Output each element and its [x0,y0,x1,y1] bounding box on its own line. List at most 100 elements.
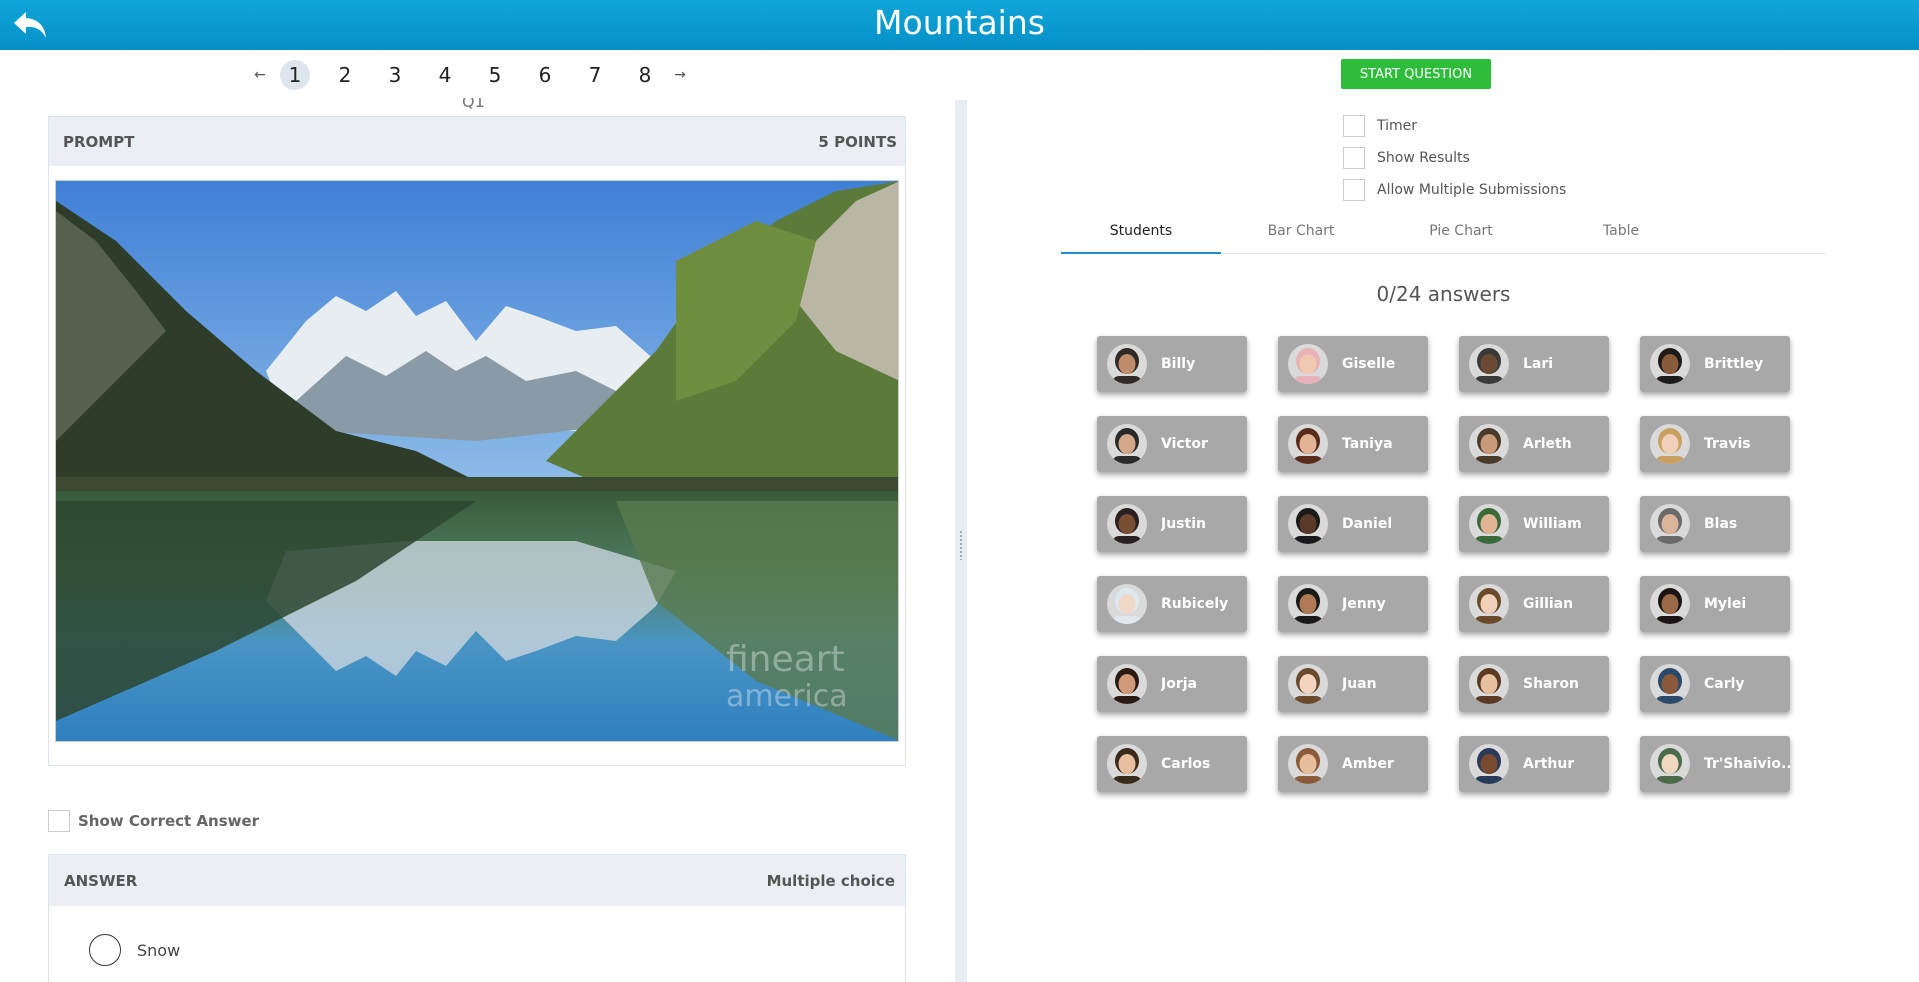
student-name: Blas [1704,516,1738,532]
show-results-checkbox[interactable] [1343,147,1365,169]
student-tile[interactable]: Arthur [1459,736,1609,792]
student-tile[interactable]: Sharon [1459,656,1609,712]
student-tile[interactable]: Brittley [1640,336,1790,392]
answer-card: ANSWER Multiple choice Snow [48,854,906,982]
page-8[interactable]: 8 [630,60,660,90]
student-avatar [1650,664,1690,704]
student-name: Carlos [1161,756,1211,772]
student-tile[interactable]: Mylei [1640,576,1790,632]
student-name: Jorja [1161,676,1197,692]
student-name: Lari [1523,356,1554,372]
watermark-line2: america [726,679,848,714]
splitter-grip-icon[interactable] [959,530,963,560]
student-tile[interactable]: Giselle [1278,336,1428,392]
question-options: Timer Show Results Allow Multiple Submis… [1343,110,1566,206]
prev-page-arrow[interactable]: ← [250,67,270,83]
page-1[interactable]: 1 [280,60,310,90]
student-tile[interactable]: Blas [1640,496,1790,552]
answer-type: Multiple choice [766,871,895,890]
student-tile[interactable]: Jenny [1278,576,1428,632]
page-2[interactable]: 2 [330,60,360,90]
student-avatar [1107,424,1147,464]
option-label: Snow [137,940,181,960]
multiple-submissions-option[interactable]: Allow Multiple Submissions [1343,174,1566,206]
student-name: Brittley [1704,356,1764,372]
multiple-submissions-checkbox[interactable] [1343,179,1365,201]
student-tile[interactable]: Billy [1097,336,1247,392]
page-3[interactable]: 3 [380,60,410,90]
student-tile[interactable]: William [1459,496,1609,552]
prompt-label: PROMPT [63,132,135,151]
timer-checkbox[interactable] [1343,115,1365,137]
student-tile[interactable]: Juan [1278,656,1428,712]
student-name: Mylei [1704,596,1747,612]
student-tile[interactable]: Jorja [1097,656,1247,712]
student-name: Rubicely [1161,596,1229,612]
student-tile[interactable]: Daniel [1278,496,1428,552]
student-name: Billy [1161,356,1196,372]
page-4[interactable]: 4 [430,60,460,90]
option-radio[interactable] [89,934,121,966]
student-name: Justin [1161,516,1206,532]
student-avatar [1650,744,1690,784]
show-correct-answer[interactable]: Show Correct Answer [48,810,259,832]
student-avatar [1288,664,1328,704]
student-name: Gillian [1523,596,1574,612]
page-5[interactable]: 5 [480,60,510,90]
tab-pie-chart[interactable]: Pie Chart [1381,216,1541,253]
student-tile[interactable]: Travis [1640,416,1790,472]
student-name: Daniel [1342,516,1393,532]
student-tile[interactable]: Lari [1459,336,1609,392]
show-correct-checkbox[interactable] [48,810,70,832]
watermark-line1: fineart [726,639,845,680]
prompt-header: PROMPT 5 POINTS [49,117,905,166]
tab-students[interactable]: Students [1061,216,1221,254]
student-tile[interactable]: Carlos [1097,736,1247,792]
answers-count: 0/24 answers [1376,282,1511,306]
tab-table[interactable]: Table [1541,216,1701,253]
student-avatar [1107,584,1147,624]
prompt-points: 5 POINTS [818,132,897,151]
prompt-card: PROMPT 5 POINTS fineart america [48,116,906,766]
student-name: Taniya [1342,436,1393,452]
start-question-button[interactable]: START QUESTION [1341,59,1491,89]
student-tile[interactable]: Amber [1278,736,1428,792]
student-tile[interactable]: Tr'Shaivio.. [1640,736,1790,792]
top-bar: Mountains [0,0,1919,50]
student-avatar [1288,744,1328,784]
student-avatar [1650,424,1690,464]
student-tile[interactable]: Rubicely [1097,576,1247,632]
answer-option[interactable]: Snow [49,906,905,966]
timer-label: Timer [1377,118,1418,134]
student-name: Jenny [1342,596,1386,612]
question-pager: ← 1 2 3 4 5 6 7 8 → [250,58,690,92]
timer-option[interactable]: Timer [1343,110,1566,142]
student-avatar [1650,504,1690,544]
question-panel[interactable]: Q1 PROMPT 5 POINTS fineart america Show … [0,98,955,982]
student-avatar [1288,584,1328,624]
show-results-option[interactable]: Show Results [1343,142,1566,174]
multiple-submissions-label: Allow Multiple Submissions [1377,182,1567,198]
student-tile[interactable]: Carly [1640,656,1790,712]
results-tabs: Students Bar Chart Pie Chart Table [1061,216,1826,254]
student-name: Victor [1161,436,1208,452]
student-tile[interactable]: Arleth [1459,416,1609,472]
panel-splitter[interactable] [955,100,967,982]
student-tile[interactable]: Victor [1097,416,1247,472]
answer-header: ANSWER Multiple choice [49,855,905,906]
next-page-arrow[interactable]: → [670,67,690,83]
student-avatar [1650,584,1690,624]
student-avatar [1107,744,1147,784]
student-name: Tr'Shaivio.. [1704,756,1790,772]
student-name: William [1523,516,1582,532]
page-7[interactable]: 7 [580,60,610,90]
tab-bar-chart[interactable]: Bar Chart [1221,216,1381,253]
student-tile[interactable]: Justin [1097,496,1247,552]
student-name: Arthur [1523,756,1575,772]
student-avatar [1469,344,1509,384]
student-tile[interactable]: Gillian [1459,576,1609,632]
page-6[interactable]: 6 [530,60,560,90]
student-name: Juan [1342,676,1377,692]
student-tile[interactable]: Taniya [1278,416,1428,472]
student-avatar [1469,584,1509,624]
